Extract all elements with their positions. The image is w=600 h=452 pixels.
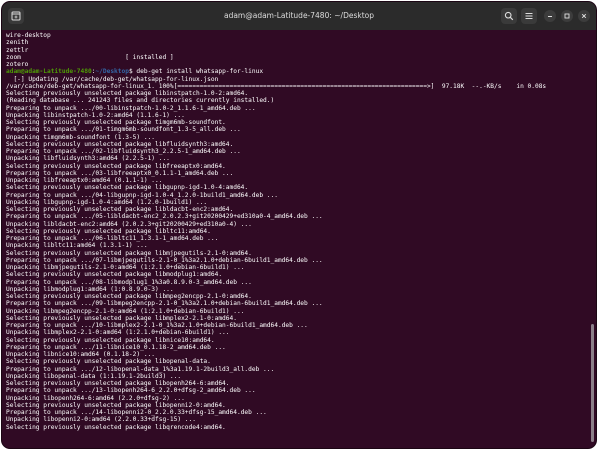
terminal-line: Selecting previously unselected package … (6, 336, 215, 344)
terminal-line: Selecting previously unselected package … (6, 358, 211, 366)
prompt-command: deb-get install whatsapp-for-linux (136, 68, 264, 76)
terminal-line: Preparing to unpack .../03-libfreeaptx0_… (6, 169, 234, 177)
terminal-output[interactable]: wire-desktop zenith zettlr zoom [ installed… (6, 32, 588, 446)
terminal-line: Preparing to unpack .../00-libinstpatch-… (6, 104, 256, 112)
terminal-line: zoom [ installed ] (6, 53, 174, 61)
terminal-line: Preparing to unpack .../04-libgupnp-igd-… (6, 191, 278, 199)
terminal-line: Unpacking libopenal-data (1:1.19.1-2buil… (6, 372, 182, 380)
terminal-line: Preparing to unpack .../11-libnice10_0.1… (6, 343, 226, 351)
terminal-line: Unpacking libmjpegutils-2.1-0:amd64 (1:2… (6, 264, 245, 271)
scrollbar[interactable] (591, 324, 594, 442)
prompt-path: ~/Desktop (95, 68, 129, 76)
terminal-line: Selecting previously unselected package … (6, 119, 226, 126)
terminal-line: Preparing to unpack .../08-libmodplug1_1… (6, 278, 252, 286)
menu-button[interactable] (521, 8, 537, 24)
new-tab-icon (11, 11, 21, 21)
terminal-line: Unpacking libinstpatch-1.0-2:amd64 (1.1.… (6, 111, 185, 119)
terminal-line: Preparing to unpack .../10-libmplex2-2.1… (6, 322, 308, 329)
terminal-line: Selecting previously unselected package … (6, 227, 211, 235)
terminal-line: Selecting previously unselected package … (6, 90, 249, 97)
terminal-line: Unpacking timgm6mb-soundfont (1.3-5) ... (6, 133, 156, 141)
search-button[interactable] (501, 8, 517, 24)
terminal-line: Selecting previously unselected package … (6, 162, 226, 170)
terminal-line: Unpacking libmplex2-2.1-0:amd64 (1:2.1.0… (6, 329, 230, 337)
search-icon (504, 11, 514, 21)
terminal-line: Preparing to unpack .../02-libfluidsynth… (6, 148, 241, 155)
terminal-line: /var/cache/deb-get/whatsapp-for-linux_1.… (6, 82, 547, 90)
hamburger-menu-icon (525, 13, 533, 19)
new-tab-button[interactable] (8, 8, 24, 24)
close-icon (581, 13, 587, 19)
terminal-line: Preparing to unpack .../06-libltc11_1.3.… (6, 235, 219, 242)
maximize-icon (564, 13, 570, 19)
terminal-line: Selecting previously unselected package … (6, 314, 237, 322)
terminal-line: Selecting previously unselected package … (6, 271, 223, 279)
terminal-line: Unpacking libnice10:amd64 (0.1.18-2) ... (6, 351, 156, 358)
terminal-line: Selecting previously unselected package … (6, 249, 252, 257)
prompt-line: adam@adam-Latitude-7480:~/Desktop$ deb-g… (6, 68, 588, 75)
terminal-line: zenith (6, 39, 29, 47)
terminal-line: Preparing to unpack .../14-libopenni2-0_… (6, 409, 267, 416)
terminal-line: Unpacking libldacbt-enc2:amd64 (2.0.2.3+… (6, 220, 252, 228)
terminal-line: Unpacking libmpeg2encpp-2.1-0:amd64 (1:2… (6, 307, 245, 315)
terminal-line: Preparing to unpack .../05-libldacbt-enc… (6, 213, 323, 221)
prompt-user-host: adam@adam-Latitude-7480 (6, 68, 92, 76)
terminal-line: Unpacking libfreeaptx0:amd64 (0.1.1-1) .… (6, 177, 163, 184)
terminal-line: Selecting previously unselected package … (6, 380, 230, 387)
terminal-line: zettlr (6, 46, 29, 54)
terminal-line: Preparing to unpack .../09-libmpeg2encpp… (6, 300, 323, 308)
terminal-line: [-] Updating /var/cache/deb-get/whatsapp… (6, 75, 219, 83)
terminal-line: Preparing to unpack .../13-libopenh264-6… (6, 387, 256, 395)
terminal-line: Selecting previously unselected package … (6, 206, 234, 213)
terminal-line: Preparing to unpack .../12-libopenal-dat… (6, 365, 275, 373)
terminal-line: Unpacking libltc11:amd64 (1.3.1-1) ... (6, 242, 148, 250)
terminal-line: Selecting previously unselected package … (6, 293, 252, 300)
minimize-icon (548, 16, 552, 17)
terminal-line: Selecting previously unselected package … (6, 401, 226, 409)
terminal-line: wire-desktop (6, 32, 51, 39)
terminal-line: Selecting previously unselected package … (6, 184, 249, 192)
terminal-line: Preparing to unpack .../01-timgm6mb-soun… (6, 126, 241, 134)
title-bar[interactable]: adam@adam-Latitude-7480: ~/Desktop (2, 2, 596, 30)
terminal-line: (Reading database ... 241243 files and d… (6, 97, 275, 105)
terminal-window: adam@adam-Latitude-7480: ~/Desktop wire-… (2, 2, 596, 448)
terminal-line: Unpacking libmodplug1:amd64 (1:0.8.9.0-3… (6, 285, 174, 293)
terminal-line: Selecting previously unselected package … (6, 423, 226, 431)
minimize-button[interactable] (544, 10, 556, 22)
terminal-line: Unpacking libopenh264-6:amd64 (2.2.0+dfs… (6, 394, 185, 402)
terminal-line: Unpacking libgupnp-igd-1.0-4:amd64 (1.2.… (6, 198, 208, 206)
terminal-line: Selecting previously unselected package … (6, 140, 234, 148)
terminal-line: Unpacking libfluidsynth3:amd64 (2.2.5-1)… (6, 155, 170, 163)
close-button[interactable] (578, 10, 590, 22)
terminal-line: Unpacking libopenni2-0:amd64 (2.2.0.33+d… (6, 416, 196, 424)
terminal-line: Preparing to unpack .../07-libmjpegutils… (6, 256, 323, 264)
maximize-button[interactable] (561, 10, 573, 22)
